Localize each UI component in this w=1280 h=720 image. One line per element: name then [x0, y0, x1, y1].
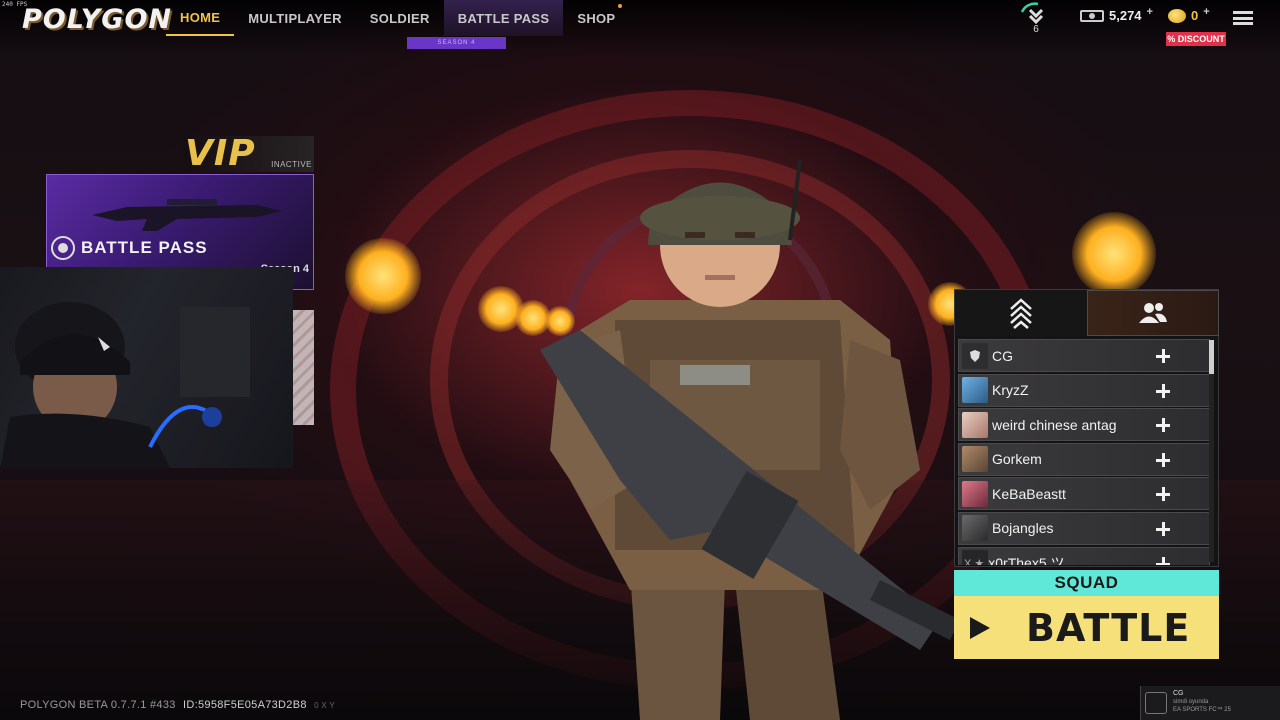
- avatar: [962, 377, 988, 404]
- play-icon: [970, 616, 990, 639]
- shield-icon: [970, 349, 980, 362]
- nav-shop[interactable]: SHOP: [563, 0, 629, 36]
- version-text: POLYGON BETA 0.7.7.1 #433: [20, 699, 176, 711]
- list-item[interactable]: weird chinese antag: [958, 408, 1210, 442]
- cash-icon: [1080, 9, 1104, 22]
- add-friend-icon[interactable]: [1155, 521, 1171, 537]
- vip-label: VIP: [185, 133, 256, 174]
- avatar: [962, 446, 988, 473]
- friend-name: KryzZ: [992, 382, 1029, 399]
- coin-value: 0: [1191, 8, 1199, 23]
- battle-pass-title: BATTLE PASS: [51, 233, 208, 263]
- tunnel-lamp: [1072, 212, 1156, 296]
- notification-dot: [618, 4, 623, 8]
- rifle-art-icon: [92, 199, 282, 231]
- game-logo[interactable]: POLYGON: [22, 4, 172, 35]
- add-friend-icon[interactable]: [1155, 348, 1171, 364]
- hamburger-menu-icon[interactable]: [1233, 11, 1253, 25]
- streamer-webcam: [0, 267, 293, 468]
- friend-name: KeBaBeastt: [992, 485, 1066, 502]
- profile-name: CG: [1173, 690, 1184, 697]
- scrollbar-thumb[interactable]: [1209, 340, 1214, 374]
- rank-level: 6: [1033, 24, 1039, 35]
- battle-button[interactable]: BATTLE: [954, 596, 1219, 659]
- add-friend-icon[interactable]: [1155, 556, 1171, 565]
- list-item[interactable]: X ★ x0rThex5 ツ: [958, 546, 1210, 565]
- tab-friends[interactable]: [1087, 290, 1219, 336]
- profile-game: EA SPORTS FC™ 25: [1173, 707, 1231, 713]
- battle-label: BATTLE: [1026, 605, 1191, 650]
- webcam-feed: [0, 267, 293, 468]
- list-item[interactable]: Gorkem: [958, 442, 1210, 476]
- friend-name: weird chinese antag: [992, 416, 1117, 433]
- profile-status: simdi oyunda: [1173, 699, 1209, 705]
- friend-prefix-icon: X ★: [964, 557, 985, 565]
- friends-panel: CG KryzZ weird chinese antag Gorkem KeBa…: [954, 289, 1219, 567]
- avatar: [962, 515, 988, 542]
- nav-multiplayer[interactable]: MULTIPLAYER: [234, 0, 356, 36]
- rank-chevrons-icon: [1010, 298, 1032, 329]
- list-item[interactable]: Bojangles: [958, 511, 1210, 545]
- main-nav: HOME MULTIPLAYER SOLDIER BATTLE PASS SHO…: [166, 0, 629, 36]
- nav-shop-label: SHOP: [577, 10, 616, 26]
- tunnel-lamp: [345, 238, 421, 314]
- coin-icon: [1168, 8, 1186, 23]
- vip-banner[interactable]: VIP INACTIVE: [183, 136, 314, 172]
- tab-rank[interactable]: [955, 290, 1087, 336]
- battle-pass-logo-icon: [51, 236, 75, 260]
- friend-name: Bojangles: [992, 520, 1054, 537]
- cash-value: 5,274: [1109, 8, 1142, 23]
- profile-shield-icon: [1145, 692, 1167, 714]
- avatar: [962, 342, 988, 369]
- list-item[interactable]: CG: [958, 339, 1210, 372]
- coin-balance[interactable]: 0 +: [1168, 6, 1210, 23]
- debug-flags: 0 X Y: [314, 701, 336, 710]
- friend-name: Gorkem: [992, 451, 1042, 468]
- promo-strip[interactable]: [293, 310, 314, 425]
- avatar: [962, 411, 988, 438]
- nav-battle-pass[interactable]: BATTLE PASS: [443, 0, 564, 36]
- friend-name: CG: [992, 347, 1013, 364]
- friends-scrollbar[interactable]: [1209, 340, 1214, 562]
- friends-icon: [1139, 303, 1167, 323]
- add-friend-icon[interactable]: [1155, 486, 1171, 502]
- season-tag: SEASON 4: [407, 37, 506, 49]
- add-coins-icon[interactable]: +: [1203, 6, 1209, 18]
- nav-home[interactable]: HOME: [166, 0, 235, 36]
- list-item[interactable]: KeBaBeastt: [958, 477, 1210, 511]
- nav-soldier[interactable]: SOLDIER: [356, 0, 444, 36]
- player-id: ID:5958F5E05A73D2B8: [183, 699, 307, 711]
- cash-balance[interactable]: 5,274 +: [1080, 6, 1153, 23]
- version-info: POLYGON BETA 0.7.7.1 #433 ID:5958F5E05A7…: [20, 699, 335, 711]
- friends-list: CG KryzZ weird chinese antag Gorkem KeBa…: [958, 339, 1210, 565]
- panel-tabs: [955, 290, 1220, 336]
- soldier-character: [540, 159, 960, 720]
- battle-pass-title-text: BATTLE PASS: [81, 238, 208, 257]
- add-friend-icon[interactable]: [1155, 383, 1171, 399]
- discount-badge[interactable]: % DISCOUNT: [1166, 32, 1226, 46]
- list-item[interactable]: KryzZ: [958, 373, 1210, 407]
- squad-label[interactable]: SQUAD: [954, 570, 1219, 596]
- add-cash-icon[interactable]: +: [1147, 6, 1153, 18]
- friend-name: x0rThex5 ツ: [988, 555, 1065, 565]
- avatar: [962, 480, 988, 507]
- add-friend-icon[interactable]: [1155, 417, 1171, 433]
- add-friend-icon[interactable]: [1155, 452, 1171, 468]
- profile-mini-card[interactable]: CG simdi oyunda EA SPORTS FC™ 25: [1140, 686, 1280, 720]
- vip-status: INACTIVE: [271, 160, 312, 169]
